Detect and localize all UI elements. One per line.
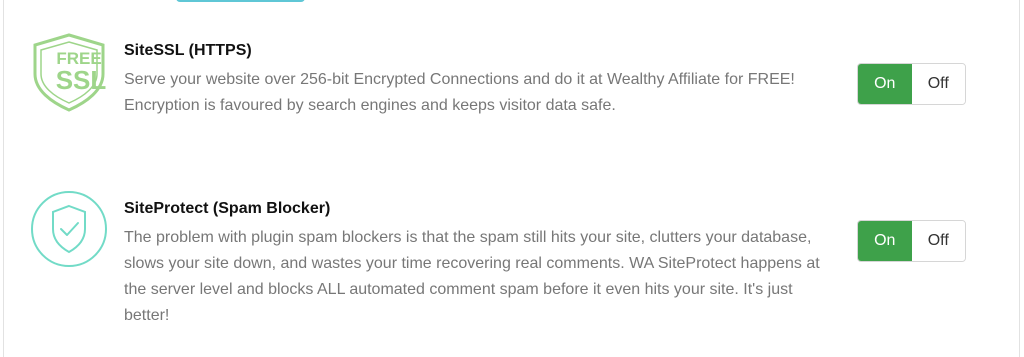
feature-description: The problem with plugin spam blockers is… — [124, 229, 820, 324]
shield-check-icon — [29, 189, 109, 269]
toggle-off-button[interactable]: Off — [911, 221, 965, 261]
toggle-on-button[interactable]: On — [858, 64, 912, 104]
ssl-shield-icon: FREE SSL — [29, 32, 109, 112]
feature-title: SiteSSL (HTTPS) — [124, 42, 252, 59]
toggle-off-button[interactable]: Off — [911, 64, 965, 104]
svg-text:SSL: SSL — [56, 65, 107, 95]
settings-panel: FREE SSL SiteSSL (HTTPS) Serve your webs… — [3, 0, 1020, 357]
sitessl-toggle[interactable]: On Off — [857, 63, 966, 105]
top-tab-button[interactable] — [176, 0, 305, 2]
toggle-on-button[interactable]: On — [858, 221, 912, 261]
feature-description: Serve your website over 256-bit Encrypte… — [124, 71, 795, 114]
siteprotect-toggle[interactable]: On Off — [857, 220, 966, 262]
feature-title: SiteProtect (Spam Blocker) — [124, 200, 331, 217]
